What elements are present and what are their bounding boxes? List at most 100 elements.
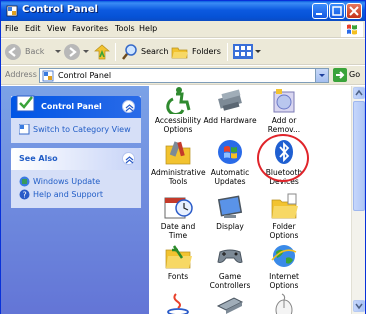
chevron-up-icon <box>125 104 134 112</box>
switch-to-category-view-link[interactable]: Switch to Category View <box>19 124 141 137</box>
collapse-button[interactable] <box>122 100 135 113</box>
maximize-button[interactable] <box>329 3 345 19</box>
folder-options-item[interactable]: Folder Options <box>257 192 311 240</box>
add-hardware-item[interactable]: Add Hardware <box>203 86 257 125</box>
bluetooth-highlight-circle <box>257 134 309 182</box>
accessibility-icon <box>166 87 191 114</box>
windows-logo-icon <box>341 22 363 37</box>
folders-button[interactable]: Folders <box>171 42 223 62</box>
scroll-up-button[interactable] <box>353 87 365 99</box>
keyboard-item[interactable] <box>203 292 257 314</box>
search-button[interactable]: Search <box>121 42 169 62</box>
scroll-thumb[interactable] <box>353 101 365 211</box>
control-panel-icon <box>6 5 18 17</box>
forward-dropdown-icon[interactable] <box>83 50 89 54</box>
control-panel-section-header[interactable]: Control Panel <box>11 95 141 118</box>
see-also-header[interactable]: See Also <box>11 148 141 170</box>
automatic-updates-item[interactable]: Automatic Updates <box>203 138 257 186</box>
scroll-down-button[interactable] <box>353 300 365 312</box>
control-panel-section-body: Switch to Category View <box>11 118 141 143</box>
svg-text:?: ? <box>23 191 27 200</box>
item-label: Fonts <box>167 272 189 281</box>
help-and-support-label: Help and Support <box>33 190 103 199</box>
item-label: Administrative Tools <box>151 168 206 186</box>
menu-file[interactable]: File <box>5 24 18 33</box>
add-hardware-icon <box>218 89 242 111</box>
mouse-icon <box>275 293 293 314</box>
item-label: Date and Time <box>160 222 196 240</box>
vertical-scrollbar[interactable] <box>351 86 365 314</box>
date-time-icon <box>164 197 193 219</box>
keyboard-icon <box>216 297 244 314</box>
control-panel-section-title: Control Panel <box>41 102 102 111</box>
up-folder-icon[interactable] <box>93 43 111 61</box>
back-arrow-icon <box>5 44 21 60</box>
item-label: Game Controllers <box>209 272 251 290</box>
display-item[interactable]: Display <box>203 192 257 231</box>
help-icon: ? <box>19 189 30 200</box>
menu-view[interactable]: View <box>47 24 66 33</box>
chevron-up-icon <box>355 89 363 96</box>
item-label: Automatic Updates <box>210 168 250 186</box>
switch-view-label: Switch to Category View <box>33 125 131 134</box>
toolbar-separator <box>115 43 116 61</box>
control-panel-section: Control Panel Switch to Category View <box>11 95 141 143</box>
views-button[interactable] <box>233 42 263 62</box>
address-field[interactable]: Control Panel <box>39 68 329 83</box>
internet-options-icon <box>271 245 297 267</box>
control-panel-icon <box>42 70 54 82</box>
menu-favorites[interactable]: Favorites <box>72 24 108 33</box>
windows-update-label: Windows Update <box>33 177 101 186</box>
views-icon <box>233 44 253 59</box>
game-controllers-item[interactable]: Game Controllers <box>203 242 257 290</box>
help-and-support-link[interactable]: ? Help and Support <box>19 189 141 202</box>
address-dropdown-button[interactable] <box>315 69 328 82</box>
item-label: Add Hardware <box>203 116 257 125</box>
forward-arrow-icon[interactable] <box>63 43 81 61</box>
mouse-item[interactable] <box>257 292 311 314</box>
windows-update-link[interactable]: Windows Update <box>19 176 141 189</box>
views-dropdown-icon <box>255 50 261 53</box>
go-label[interactable]: Go <box>349 70 360 79</box>
administrative-tools-icon <box>165 141 191 165</box>
folders-icon <box>171 47 188 59</box>
go-arrow-icon <box>336 71 345 79</box>
fonts-item[interactable]: Fonts <box>151 242 205 281</box>
minimize-icon <box>316 13 322 15</box>
go-button[interactable] <box>333 68 347 82</box>
minimize-button[interactable] <box>312 3 328 19</box>
chevron-up-icon <box>125 156 134 164</box>
java-item[interactable] <box>151 292 205 314</box>
menu-edit[interactable]: Edit <box>25 24 41 33</box>
add-or-remove-programs-item[interactable]: Add or Remov... <box>257 86 311 134</box>
internet-options-item[interactable]: Internet Options <box>257 242 311 290</box>
add-remove-programs-icon <box>273 89 295 113</box>
back-label: Back <box>25 47 45 56</box>
chevron-down-icon <box>355 303 363 310</box>
back-dropdown-icon[interactable] <box>55 50 61 54</box>
administrative-tools-item[interactable]: Administrative Tools <box>151 138 206 186</box>
menu-tools[interactable]: Tools <box>115 24 135 33</box>
accessibility-options-item[interactable]: Accessibility Options <box>151 86 205 134</box>
control-panel-items: Accessibility Options Add Hardware Add o… <box>149 86 351 314</box>
close-button[interactable] <box>346 3 362 19</box>
search-label: Search <box>141 47 169 56</box>
java-icon <box>167 293 189 314</box>
back-button[interactable]: Back <box>4 42 56 62</box>
title-bar[interactable]: Control Panel <box>1 1 365 21</box>
date-and-time-item[interactable]: Date and Time <box>151 192 205 240</box>
maximize-icon <box>332 6 342 16</box>
menu-help[interactable]: Help <box>139 24 157 33</box>
collapse-button[interactable] <box>122 152 135 165</box>
see-also-body: Windows Update ? Help and Support <box>11 170 141 208</box>
folder-options-icon <box>271 193 298 219</box>
search-icon <box>122 44 137 60</box>
folders-label: Folders <box>192 47 221 56</box>
game-controller-icon <box>217 249 243 263</box>
display-icon <box>217 195 243 218</box>
task-pane: Control Panel Switch to Category View Se… <box>1 86 149 314</box>
see-also-section: See Also Windows Update ? Help and Suppo… <box>11 148 141 208</box>
item-label: Display <box>216 222 244 231</box>
toolbar: Back Search Folders <box>1 39 365 65</box>
category-view-icon <box>19 124 30 135</box>
